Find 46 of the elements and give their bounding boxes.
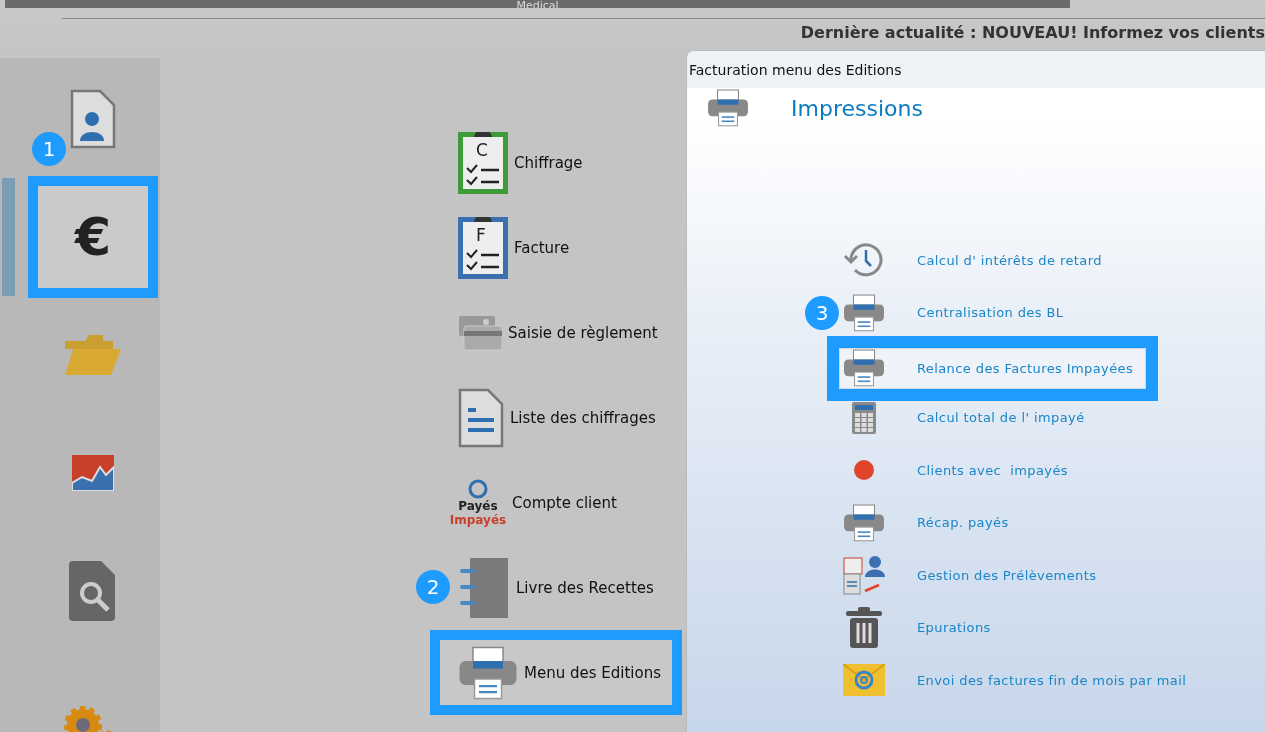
mail-icon <box>843 664 885 697</box>
menu-item[interactable]: Livre des Recettes <box>454 556 682 619</box>
contact-document-icon <box>70 89 116 149</box>
folder-icon <box>63 333 123 377</box>
sidebar-button[interactable]: € <box>28 176 158 298</box>
step-badge: 1 <box>32 132 66 166</box>
card-icon <box>458 313 502 352</box>
print-menu-item[interactable]: Relance des Factures Impayées <box>827 335 1158 401</box>
euro-icon: € <box>74 211 112 263</box>
search-document-icon <box>69 561 117 621</box>
print-menu-item[interactable]: Calcul d' intérêts de retard <box>841 242 1158 279</box>
sidebar-button[interactable] <box>69 561 117 621</box>
step-badge: 3 <box>805 295 839 330</box>
dialog-title: Facturation menu des Editions <box>687 51 1265 88</box>
document-icon <box>458 387 504 448</box>
trash-icon <box>845 606 883 649</box>
chart-icon <box>72 455 114 491</box>
calculator-icon <box>852 401 876 434</box>
dot-icon <box>854 460 874 481</box>
print-menu-item[interactable]: Centralisation des BL <box>841 293 1158 332</box>
printer-icon <box>843 503 885 542</box>
printer-icon <box>458 645 518 700</box>
print-menu-item[interactable]: Calcul total de l' impayé <box>841 401 1158 434</box>
print-menu-item[interactable]: Clients avec impayés <box>841 460 1158 481</box>
menu-item[interactable]: Menu des Editions <box>430 630 682 715</box>
notebook-icon <box>458 556 510 619</box>
menu-item[interactable]: C Chiffrage <box>454 131 682 194</box>
clock-icon <box>843 242 885 279</box>
printer-icon <box>843 293 885 332</box>
dialog-heading: Impressions <box>791 95 923 121</box>
menu-item[interactable]: Saisie de règlement <box>454 313 682 352</box>
print-menu-item[interactable]: Gestion des Prélèvements <box>841 555 1158 596</box>
step-badge: 2 <box>416 570 450 604</box>
print-menu-item[interactable]: Epurations <box>841 606 1158 649</box>
printer-icon <box>707 89 749 127</box>
printer-icon <box>843 349 885 388</box>
print-menu-item[interactable]: Envoi des factures fin de mois par mail <box>841 664 1187 697</box>
print-menu-item[interactable]: Récap. payés <box>841 503 1158 542</box>
clipboard-icon: F <box>458 216 508 279</box>
news-ticker: Dernière actualité : NOUVEAU! Informez vos clients <box>800 23 1265 42</box>
sidebar-button[interactable] <box>72 455 114 491</box>
sidebar-button[interactable] <box>70 89 116 149</box>
calendar-person-icon <box>843 555 885 596</box>
menu-item[interactable]: F Facture <box>454 216 682 279</box>
menu-item[interactable]: Liste des chiffrages <box>454 387 682 448</box>
clipboard-icon: C <box>458 131 508 194</box>
